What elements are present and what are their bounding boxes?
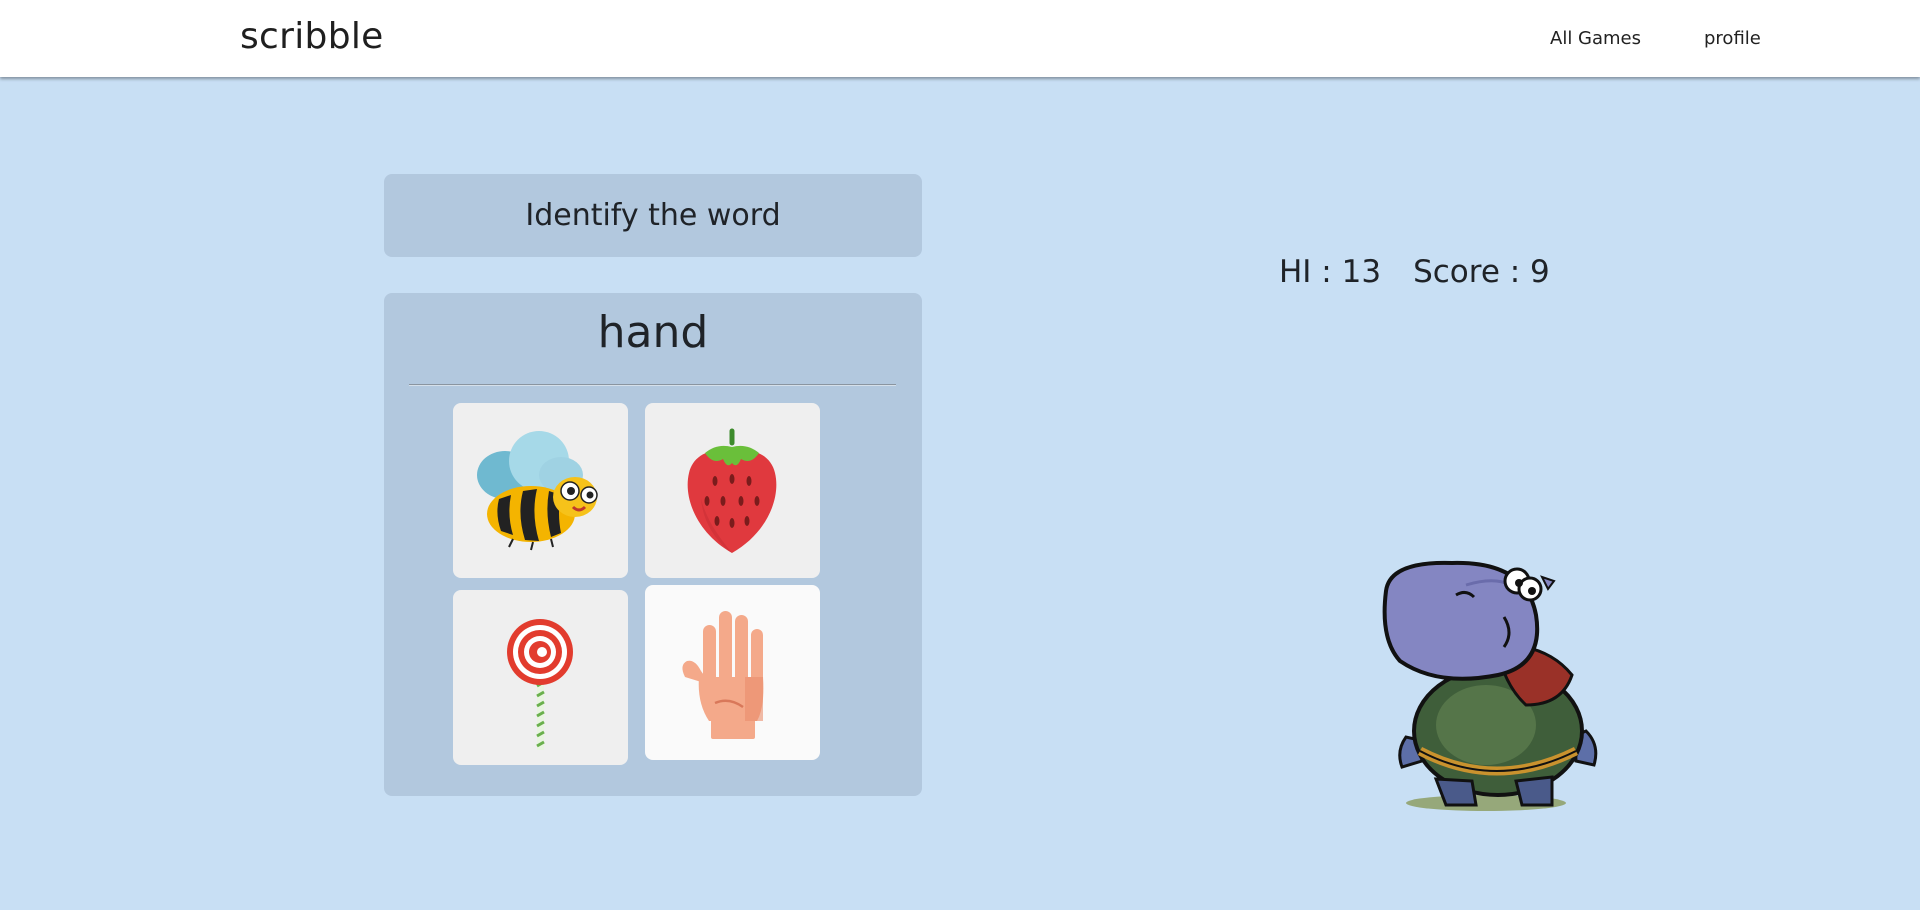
current-score: Score : 9: [1413, 254, 1550, 290]
bee-icon: [477, 431, 598, 551]
instruction-card: Identify the word: [384, 174, 922, 257]
option-tile-hand[interactable]: [645, 585, 820, 760]
hippo-character-icon: [1382, 560, 1598, 811]
hand-icon: [682, 611, 764, 739]
high-score: HI : 13: [1279, 254, 1382, 290]
target-word: hand: [597, 307, 709, 358]
lollipop-icon: [507, 619, 573, 750]
nav-link-all-games[interactable]: All Games: [1550, 28, 1641, 49]
option-tile-lollipop[interactable]: [453, 590, 628, 765]
divider: [409, 384, 896, 386]
option-tile-bee[interactable]: [453, 403, 628, 578]
scoreboard: HI : 13 Score : 9: [1279, 254, 1550, 290]
nav-link-profile[interactable]: profile: [1704, 28, 1761, 49]
instruction-text: Identify the word: [525, 198, 781, 233]
brand-logo-link[interactable]: scribble: [240, 16, 384, 57]
strawberry-icon: [687, 428, 777, 553]
game-card: hand: [384, 293, 922, 796]
navbar: scribble All Games profile: [0, 0, 1920, 77]
option-tile-strawberry[interactable]: [645, 403, 820, 578]
